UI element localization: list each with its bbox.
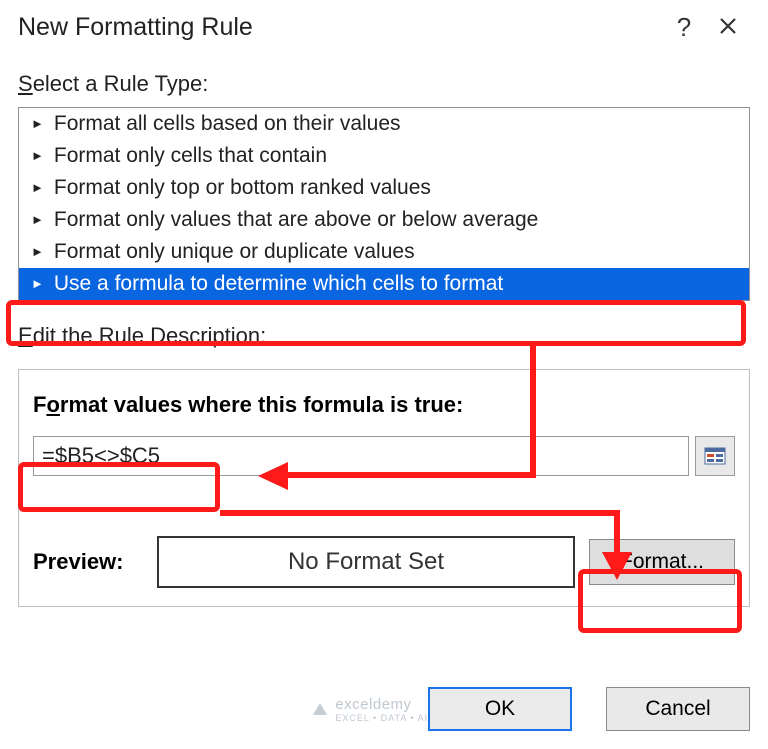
- logo-icon: [311, 701, 329, 719]
- dialog-buttons: OK Cancel: [428, 687, 750, 731]
- edit-rule-description-label: Edit the Rule Description:: [0, 301, 768, 355]
- rule-type-item[interactable]: Format only unique or duplicate values: [19, 236, 749, 268]
- cancel-button[interactable]: Cancel: [606, 687, 750, 731]
- bullet-arrow-icon: [31, 240, 44, 264]
- titlebar: New Formatting Rule ?: [0, 0, 768, 49]
- range-picker-button[interactable]: [695, 436, 735, 476]
- format-button[interactable]: Format...: [589, 539, 735, 585]
- rule-type-item[interactable]: Format all cells based on their values: [19, 108, 749, 140]
- close-icon: [718, 16, 738, 36]
- rule-type-item[interactable]: Format only cells that contain: [19, 140, 749, 172]
- select-rule-type-label: Select a Rule Type:: [0, 49, 768, 103]
- rule-type-list[interactable]: Format all cells based on their values F…: [18, 107, 750, 301]
- help-button[interactable]: ?: [662, 12, 706, 43]
- watermark: exceldemy EXCEL • DATA • AI: [311, 696, 428, 723]
- bullet-arrow-icon: [31, 112, 44, 136]
- bullet-arrow-icon: [31, 272, 44, 296]
- range-picker-icon: [704, 447, 726, 465]
- bullet-arrow-icon: [31, 208, 44, 232]
- close-button[interactable]: [706, 12, 750, 43]
- bullet-arrow-icon: [31, 144, 44, 168]
- dialog-title: New Formatting Rule: [18, 13, 662, 42]
- bullet-arrow-icon: [31, 176, 44, 200]
- preview-box: No Format Set: [157, 536, 575, 588]
- rule-type-item[interactable]: Format only top or bottom ranked values: [19, 172, 749, 204]
- edit-rule-group: Format values where this formula is true…: [18, 369, 750, 607]
- ok-button[interactable]: OK: [428, 687, 572, 731]
- preview-label: Preview:: [33, 549, 143, 575]
- formula-label: Format values where this formula is true…: [33, 392, 735, 418]
- rule-type-item[interactable]: Format only values that are above or bel…: [19, 204, 749, 236]
- rule-type-item-selected[interactable]: Use a formula to determine which cells t…: [19, 268, 749, 300]
- formula-input[interactable]: [33, 436, 689, 476]
